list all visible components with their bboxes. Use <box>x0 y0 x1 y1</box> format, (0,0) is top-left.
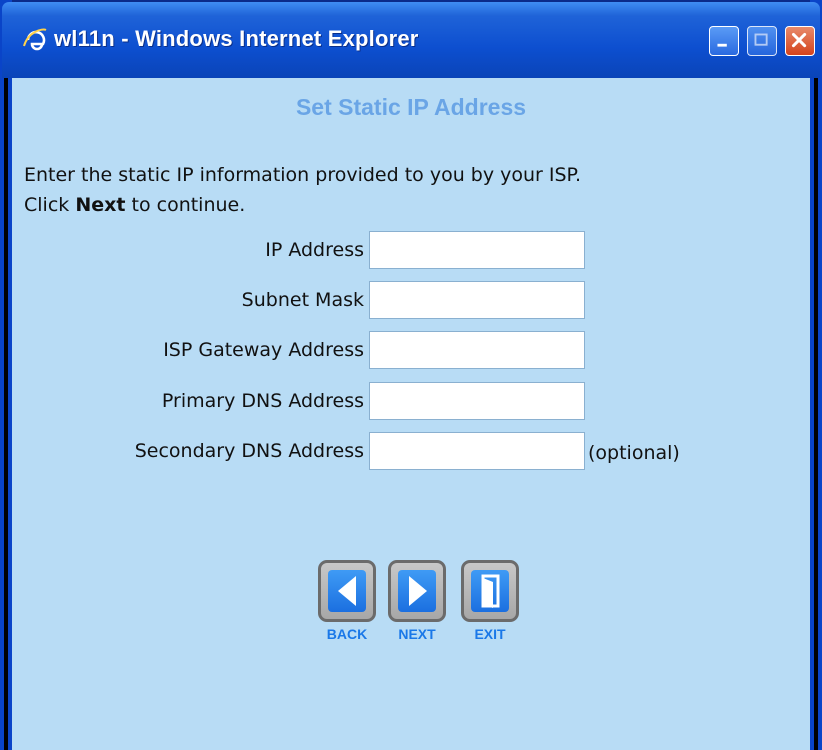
ip-address-input[interactable] <box>369 231 585 269</box>
field-row-subnet-mask: Subnet Mask <box>12 281 810 321</box>
exit-door-icon <box>481 574 500 608</box>
isp-gateway-label: ISP Gateway Address <box>163 339 364 361</box>
back-button[interactable]: BACK <box>318 560 376 642</box>
next-button[interactable]: NEXT <box>388 560 446 642</box>
next-label: NEXT <box>398 626 436 642</box>
primary-dns-input[interactable] <box>369 382 585 420</box>
window-frame-right <box>810 0 822 750</box>
close-icon <box>791 32 807 48</box>
instruction-line-1: Enter the static IP information provided… <box>24 164 582 186</box>
instructions-text: Enter the static IP information provided… <box>24 160 804 220</box>
field-row-ip-address: IP Address <box>12 231 810 271</box>
exit-button[interactable]: EXIT <box>461 560 519 642</box>
back-label: BACK <box>326 626 368 642</box>
secondary-dns-label: Secondary DNS Address <box>134 440 364 462</box>
close-button[interactable] <box>785 26 815 56</box>
minimize-button[interactable] <box>709 26 739 56</box>
secondary-dns-input[interactable] <box>369 432 585 470</box>
field-row-gateway: ISP Gateway Address <box>12 331 810 371</box>
maximize-button[interactable] <box>747 26 777 56</box>
subnet-mask-input[interactable] <box>369 281 585 319</box>
window-frame-left <box>0 0 12 750</box>
ip-address-label: IP Address <box>265 239 364 261</box>
exit-label: EXIT <box>474 626 506 642</box>
window-title: wl11n - Windows Internet Explorer <box>54 26 419 51</box>
maximize-icon <box>754 33 768 46</box>
field-row-secondary-dns: Secondary DNS Address (optional) <box>12 432 810 472</box>
subnet-mask-label: Subnet Mask <box>241 289 364 311</box>
back-arrow-icon <box>338 576 356 606</box>
next-arrow-icon <box>409 576 427 606</box>
ie-logo-icon <box>23 28 47 51</box>
optional-note: (optional) <box>588 442 680 464</box>
instruction-line-2: Click Next to continue. <box>24 194 246 216</box>
minimize-icon <box>717 43 727 47</box>
browser-window: wl11n - Windows Internet Explorer Set St… <box>0 0 822 750</box>
title-bar[interactable]: wl11n - Windows Internet Explorer <box>2 2 820 78</box>
field-row-primary-dns: Primary DNS Address <box>12 382 810 422</box>
page-title: Set Static IP Address <box>295 94 527 120</box>
page-content: Set Static IP Address Enter the static I… <box>12 78 810 750</box>
primary-dns-label: Primary DNS Address <box>161 390 364 412</box>
next-emphasis: Next <box>75 194 126 216</box>
isp-gateway-input[interactable] <box>369 331 585 369</box>
